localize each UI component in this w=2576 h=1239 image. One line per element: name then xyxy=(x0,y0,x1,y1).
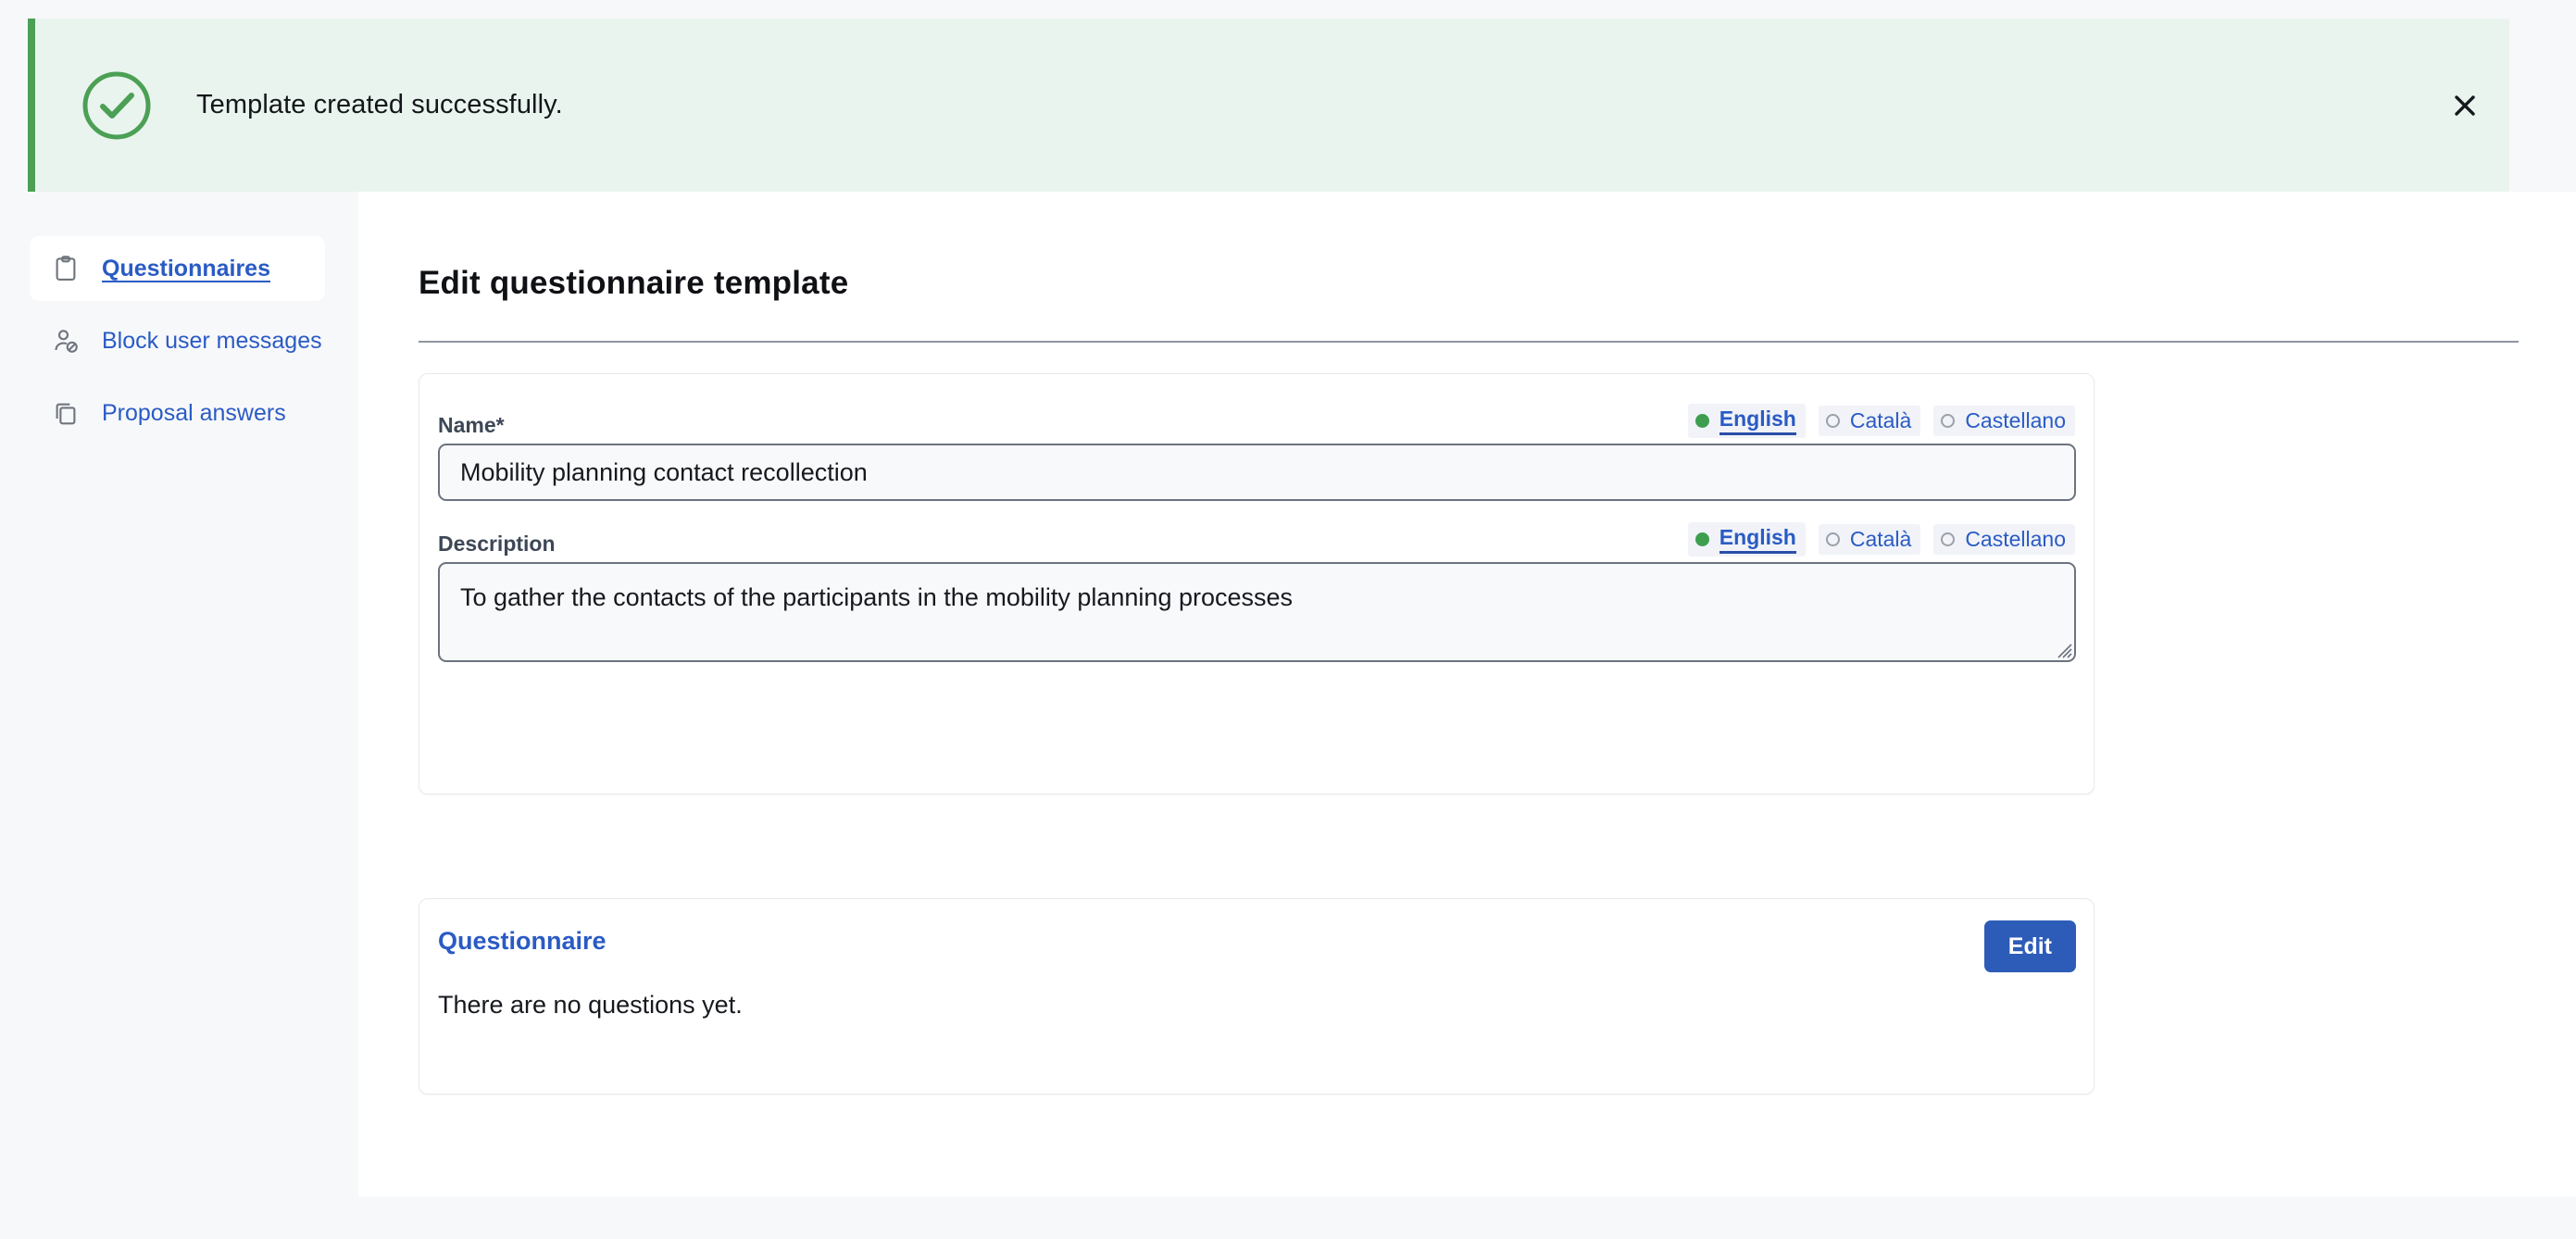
template-form-card: Name* English Català Castellano Descript… xyxy=(419,373,2095,795)
description-field-header: Description English Català Castellano xyxy=(438,522,2075,557)
language-option-label: English xyxy=(1719,407,1796,435)
user-block-icon xyxy=(50,325,81,357)
description-textarea[interactable]: To gather the contacts of the participan… xyxy=(438,562,2076,662)
sidebar-item-proposal-answers[interactable]: Proposal answers xyxy=(30,381,325,445)
language-option-label: Castellano xyxy=(1965,408,2066,433)
language-option-label: Castellano xyxy=(1965,527,2066,552)
language-option-catala[interactable]: Català xyxy=(1819,524,1920,555)
copy-documents-icon xyxy=(50,397,81,429)
radio-dot-icon xyxy=(1941,414,1955,428)
title-divider xyxy=(419,341,2519,343)
radio-dot-icon xyxy=(1826,414,1840,428)
radio-dot-icon xyxy=(1941,532,1955,546)
language-option-english[interactable]: English xyxy=(1688,522,1806,557)
radio-dot-icon xyxy=(1826,532,1840,546)
sidebar-item-label: Block user messages xyxy=(102,328,322,355)
questionnaire-card: Questionnaire There are no questions yet… xyxy=(419,898,2095,1095)
sidebar: Questionnaires Block user messages Propo… xyxy=(0,192,358,1239)
edit-button[interactable]: Edit xyxy=(1984,920,2076,972)
language-option-castellano[interactable]: Castellano xyxy=(1933,406,2075,436)
language-option-english[interactable]: English xyxy=(1688,404,1806,438)
close-icon[interactable] xyxy=(2439,80,2491,131)
check-circle-icon xyxy=(80,69,154,143)
questionnaire-empty-text: There are no questions yet. xyxy=(438,991,743,1020)
description-label: Description xyxy=(438,532,556,557)
radio-dot-icon xyxy=(1695,532,1709,546)
radio-dot-icon xyxy=(1695,414,1709,428)
name-input[interactable] xyxy=(438,444,2076,501)
main-content: Edit questionnaire template Name* Englis… xyxy=(358,192,2576,1196)
sidebar-item-label: Proposal answers xyxy=(102,400,286,427)
sidebar-item-block-user-messages[interactable]: Block user messages xyxy=(30,308,325,373)
sidebar-item-label: Questionnaires xyxy=(102,256,270,282)
name-label: Name* xyxy=(438,413,505,438)
sidebar-item-questionnaires[interactable]: Questionnaires xyxy=(30,236,325,301)
success-banner: Template created successfully. xyxy=(28,19,2509,192)
clipboard-icon xyxy=(50,253,81,284)
language-option-label: English xyxy=(1719,525,1796,554)
description-language-selector: English Català Castellano xyxy=(1688,522,2075,557)
questionnaire-title: Questionnaire xyxy=(438,927,606,956)
page-title: Edit questionnaire template xyxy=(419,265,848,302)
language-option-label: Català xyxy=(1850,527,1911,552)
name-field-header: Name* English Català Castellano xyxy=(438,404,2075,438)
success-banner-message: Template created successfully. xyxy=(196,90,563,120)
name-language-selector: English Català Castellano xyxy=(1688,404,2075,438)
language-option-castellano[interactable]: Castellano xyxy=(1933,524,2075,555)
language-option-catala[interactable]: Català xyxy=(1819,406,1920,436)
language-option-label: Català xyxy=(1850,408,1911,433)
